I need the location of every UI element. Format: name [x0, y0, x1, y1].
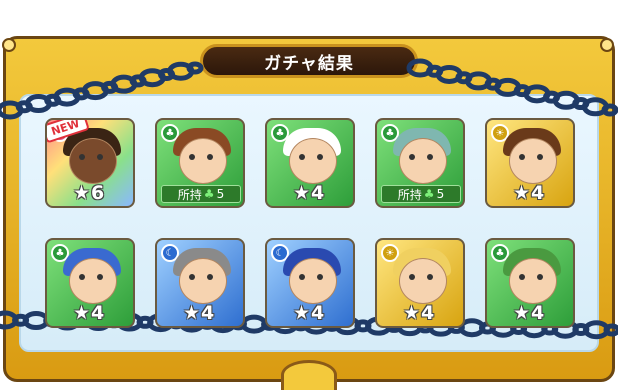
- chain-link: [186, 61, 204, 75]
- rarity-value: 6: [91, 182, 105, 204]
- rarity-value: 4: [311, 182, 325, 204]
- rarity-value: 4: [91, 302, 105, 324]
- character-eye: [317, 274, 323, 280]
- rarity-value: 4: [201, 302, 215, 324]
- rarity-stars: ★ 4: [293, 302, 324, 324]
- rarity-stars: ★ 4: [183, 302, 214, 324]
- rarity-stars: ★ 4: [293, 182, 324, 204]
- lock-hook: [281, 360, 337, 390]
- character-card[interactable]: ☀ ★ 4: [485, 118, 575, 208]
- character-face: [399, 138, 447, 184]
- rarity-stars: ★ 4: [513, 302, 544, 324]
- character-face: [179, 138, 227, 184]
- character-eye: [79, 154, 85, 160]
- character-card[interactable]: ♣ ★ 4: [265, 118, 355, 208]
- character-eye: [207, 274, 213, 280]
- star-icon: ★: [293, 182, 311, 204]
- character-card[interactable]: ☀ ★ 4: [375, 238, 465, 328]
- owned-count-badge: 所持 ♣ 5: [381, 185, 461, 203]
- character-eye: [189, 274, 195, 280]
- rarity-value: 4: [311, 302, 325, 324]
- rarity-value: 4: [421, 302, 435, 324]
- character-face: [289, 258, 337, 304]
- owned-count-badge: 所持 ♣ 5: [161, 185, 241, 203]
- rarity-stars: ★ 6: [73, 182, 104, 204]
- character-eye: [189, 154, 195, 160]
- rarity-stars: ★ 4: [73, 302, 104, 324]
- character-eye: [79, 274, 85, 280]
- character-eye: [537, 154, 543, 160]
- character-face: [179, 258, 227, 304]
- rarity-value: 4: [531, 302, 545, 324]
- character-face: [509, 138, 557, 184]
- character-face: [69, 258, 117, 304]
- character-eye: [299, 274, 305, 280]
- character-eye: [409, 154, 415, 160]
- character-eye: [97, 274, 103, 280]
- character-eye: [97, 154, 103, 160]
- star-icon: ★: [73, 182, 91, 204]
- rarity-stars: ★ 4: [403, 302, 434, 324]
- star-icon: ★: [513, 302, 531, 324]
- clover-icon: ♣: [423, 187, 435, 201]
- character-eye: [409, 274, 415, 280]
- character-face: [509, 258, 557, 304]
- star-icon: ★: [513, 182, 531, 204]
- character-face: [69, 138, 117, 184]
- owned-count: 5: [436, 187, 445, 201]
- character-card[interactable]: ☾ ★ 4: [265, 238, 355, 328]
- chain-link: [603, 323, 618, 337]
- character-eye: [299, 154, 305, 160]
- star-icon: ★: [293, 302, 311, 324]
- rarity-stars: ★ 4: [513, 182, 544, 204]
- character-card[interactable]: ♣ ★ 4: [485, 238, 575, 328]
- character-eye: [207, 154, 213, 160]
- character-card[interactable]: ✦NEW★6: [45, 118, 135, 208]
- owned-count: 5: [216, 187, 225, 201]
- character-eye: [427, 154, 433, 160]
- star-icon: ★: [403, 302, 421, 324]
- character-card[interactable]: ♣ ★ 4: [45, 238, 135, 328]
- character-eye: [317, 154, 323, 160]
- character-eye: [519, 154, 525, 160]
- character-eye: [427, 274, 433, 280]
- star-icon: ★: [73, 302, 91, 324]
- clover-icon: ♣: [203, 187, 215, 201]
- star-icon: ★: [183, 302, 201, 324]
- character-card[interactable]: ☾ ★ 4: [155, 238, 245, 328]
- character-face: [289, 138, 337, 184]
- owned-label: 所持: [177, 187, 202, 202]
- chain-link: [601, 103, 618, 117]
- owned-label: 所持: [397, 187, 422, 202]
- character-face: [399, 258, 447, 304]
- character-eye: [519, 274, 525, 280]
- character-card[interactable]: ♣ 所持 ♣ 5: [155, 118, 245, 208]
- character-eye: [537, 274, 543, 280]
- rarity-value: 4: [531, 182, 545, 204]
- character-card[interactable]: ♣ 所持 ♣ 5: [375, 118, 465, 208]
